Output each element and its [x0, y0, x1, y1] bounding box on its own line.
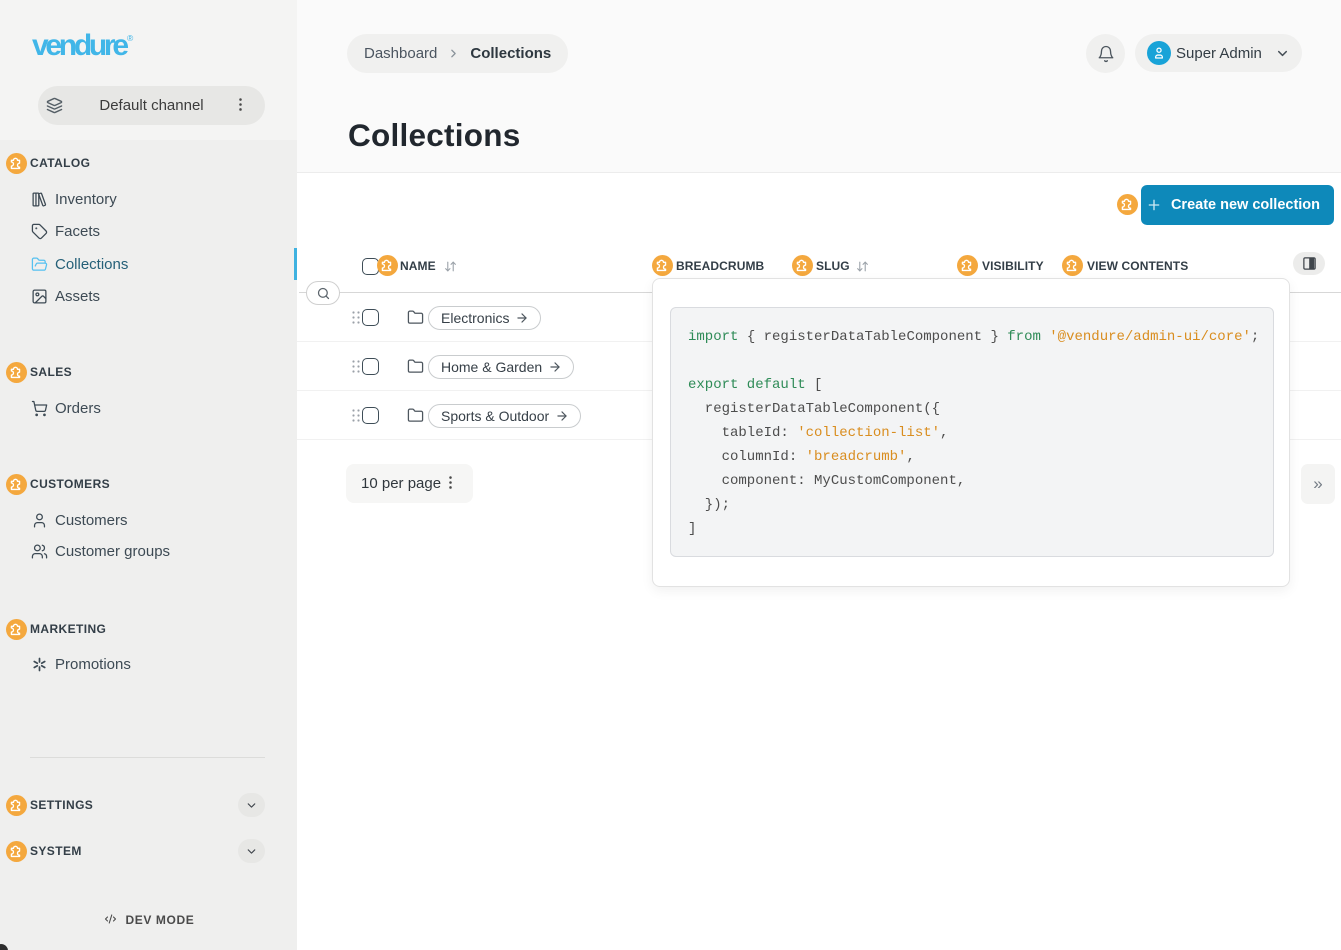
svg-text:vendure: vendure [32, 29, 128, 62]
svg-text:®: ® [127, 33, 134, 43]
